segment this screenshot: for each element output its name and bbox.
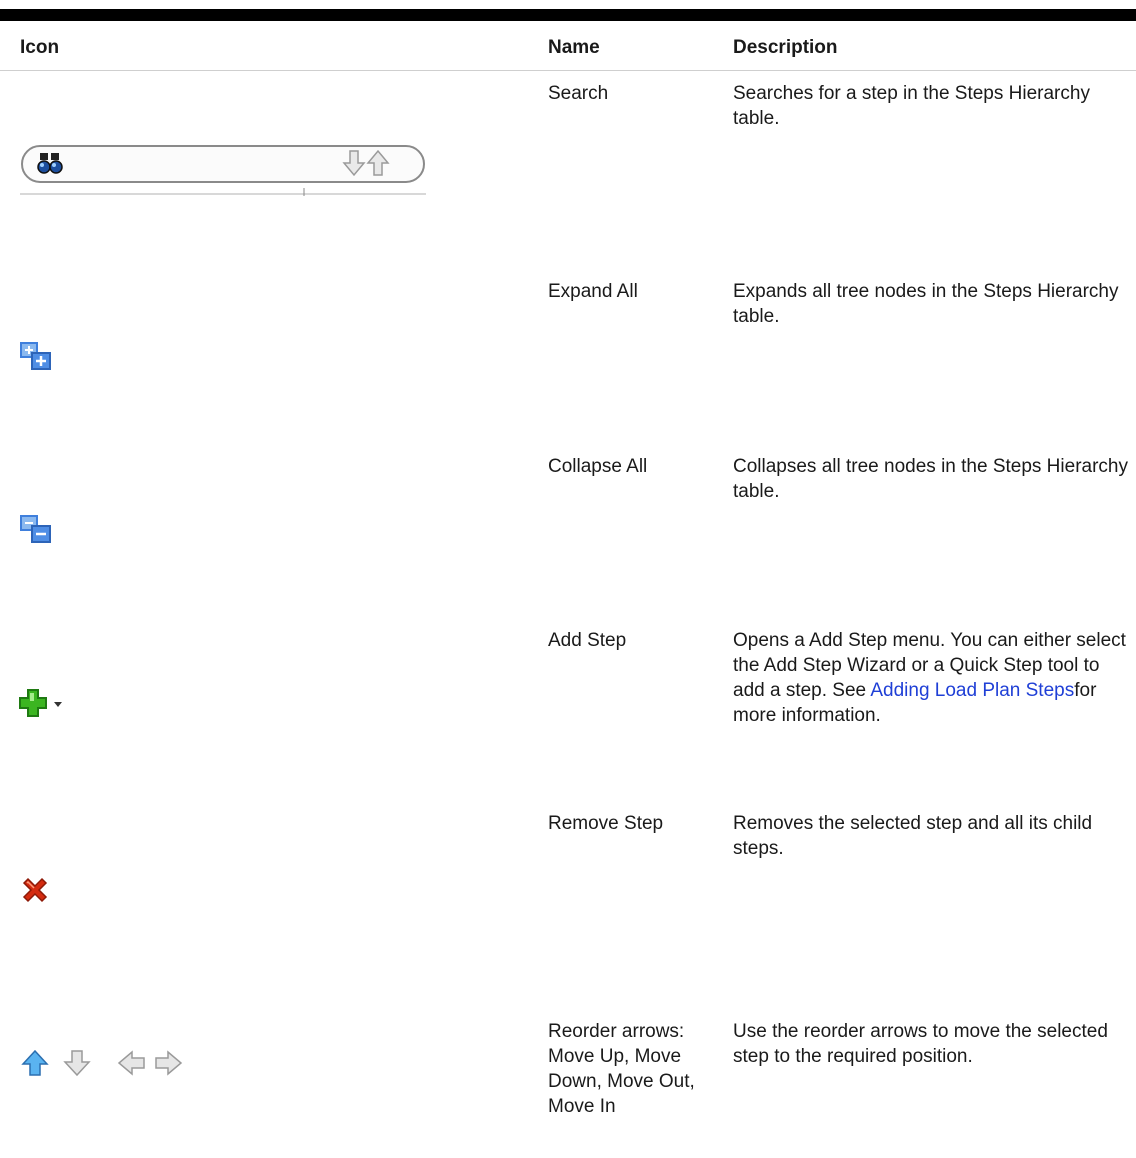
row-desc-reorder-arrows: Use the reorder arrows to move the selec… — [733, 1021, 1108, 1067]
row-desc-collapse-all: Collapses all tree nodes in the Steps Hi… — [733, 456, 1128, 502]
reorder-arrows-icon — [20, 1048, 190, 1078]
row-name-reorder-arrows: Reorder arrows: Move Up, Move Down, Move… — [548, 1021, 695, 1117]
row-desc-remove-step: Removes the selected step and all its ch… — [733, 813, 1093, 859]
header-icon: Icon — [20, 37, 60, 58]
header-name: Name — [548, 37, 600, 58]
move-down-icon — [63, 1050, 91, 1077]
row-desc-search: Searches for a step in the Steps Hierarc… — [733, 83, 1090, 129]
row-name-collapse-all: Collapse All — [548, 456, 648, 477]
move-up-icon — [21, 1049, 49, 1076]
move-out-icon — [117, 1050, 145, 1076]
row-name-expand-all: Expand All — [548, 281, 638, 302]
add-step-icon — [18, 688, 78, 718]
collapse-all-icon — [20, 515, 54, 545]
row-name-remove-step: Remove Step — [548, 813, 664, 834]
expand-all-icon — [20, 342, 54, 372]
dropdown-caret-icon — [54, 702, 62, 707]
row-desc-expand-all: Expands all tree nodes in the Steps Hier… — [733, 281, 1119, 327]
remove-step-icon — [20, 875, 50, 905]
row-desc-add-step: Opens a Add Step menu. You can either se… — [733, 628, 1128, 728]
top-rule — [0, 9, 1136, 21]
move-in-icon — [155, 1050, 183, 1076]
header-description: Description — [733, 37, 838, 58]
row-name-search: Search — [548, 83, 609, 104]
search-field-icon — [20, 140, 430, 198]
adding-load-plan-steps-link[interactable]: Adding Load Plan Steps — [870, 680, 1074, 701]
row-name-add-step: Add Step — [548, 630, 627, 651]
header-rule — [0, 70, 1136, 71]
